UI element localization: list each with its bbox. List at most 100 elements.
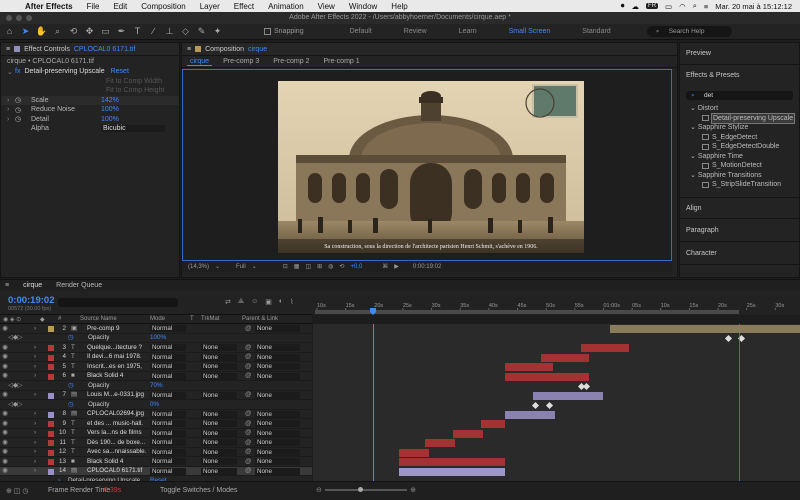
reset-exposure-icon[interactable]: ⟲ bbox=[339, 263, 344, 270]
menu-icon[interactable]: ≡ bbox=[6, 46, 10, 53]
visibility-eye-icon[interactable]: ◉ bbox=[0, 467, 10, 474]
parent-dropdown[interactable]: None bbox=[255, 448, 300, 456]
twirl-chevron-icon[interactable]: › bbox=[30, 467, 40, 474]
blend-mode-dropdown[interactable]: Normal bbox=[150, 467, 186, 475]
work-area-end-marker[interactable] bbox=[739, 324, 740, 481]
parent-dropdown[interactable]: None bbox=[255, 391, 300, 399]
layer-row[interactable]: ◉ › 10 T Vers la...ns de films Normal None @ Non… bbox=[0, 429, 312, 438]
effect-reset-link[interactable]: Reset bbox=[111, 68, 129, 75]
zoom-in-icon[interactable]: ⊕ bbox=[410, 486, 416, 494]
input-source-badge[interactable]: FR bbox=[646, 3, 659, 9]
pickwhip-icon[interactable]: @ bbox=[245, 420, 251, 427]
label-color-swatch[interactable] bbox=[48, 392, 54, 399]
menu-edit[interactable]: Edit bbox=[106, 2, 134, 11]
layer-duration-bar[interactable] bbox=[505, 372, 589, 381]
rectangle-tool-icon[interactable]: ▭ bbox=[99, 25, 112, 38]
visibility-eye-icon[interactable]: ◉ bbox=[0, 325, 10, 332]
preview-panel-header[interactable]: Preview bbox=[680, 43, 799, 65]
twirl-chevron-icon[interactable]: › bbox=[30, 458, 40, 465]
trkmat-dropdown[interactable]: None bbox=[201, 448, 237, 456]
menu-window[interactable]: Window bbox=[342, 2, 384, 11]
keyframe-marker[interactable] bbox=[545, 401, 554, 409]
twirl-chevron-icon[interactable]: › bbox=[30, 410, 40, 417]
resolution-dropdown[interactable]: Full bbox=[236, 264, 246, 270]
timeline-zoom-slider[interactable]: ⊖ ⊕ bbox=[316, 486, 416, 494]
menu-composition[interactable]: Composition bbox=[134, 2, 192, 11]
effects-presets-header[interactable]: Effects & Presets bbox=[680, 65, 799, 87]
pickwhip-icon[interactable]: @ bbox=[245, 372, 251, 379]
comp-subtab-precomp1[interactable]: Pre-comp 1 bbox=[320, 58, 362, 65]
trkmat-dropdown[interactable]: None bbox=[201, 372, 237, 380]
property-row[interactable]: ◁◆▷ ◷ Opacity 70% bbox=[0, 381, 312, 391]
viewer-time[interactable]: 0:00:19:02 bbox=[413, 264, 441, 270]
zoom-slider-thumb[interactable] bbox=[357, 487, 363, 492]
frame-blending-icon[interactable]: ▣ bbox=[265, 298, 272, 306]
clone-stamp-icon[interactable]: ⊥ bbox=[163, 25, 176, 38]
col-mode[interactable]: Mode bbox=[150, 316, 165, 322]
twirl-chevron-icon[interactable]: › bbox=[30, 344, 40, 351]
chevron-down-icon[interactable]: ⌄ bbox=[7, 68, 15, 76]
pickwhip-icon[interactable]: @ bbox=[245, 439, 251, 446]
composition-tab[interactable]: ≡ Composition cirque bbox=[182, 43, 677, 56]
graph-editor-icon[interactable]: ⌇ bbox=[290, 298, 293, 306]
parent-dropdown[interactable]: None bbox=[255, 420, 300, 427]
layer-duration-bar[interactable] bbox=[533, 391, 603, 400]
blend-mode-dropdown[interactable]: Normal bbox=[150, 372, 186, 380]
comp-frame[interactable]: Sa construction, sous la direction de l'… bbox=[278, 81, 584, 253]
twirl-chevron-icon[interactable]: › bbox=[30, 420, 40, 427]
recording-icon[interactable]: ⏺ bbox=[621, 1, 625, 11]
col-source-name[interactable]: Source Name bbox=[80, 316, 117, 322]
layer-duration-bar[interactable] bbox=[505, 410, 555, 419]
layer-name[interactable]: Vers la...ns de films bbox=[87, 429, 149, 436]
chevron-down-icon[interactable]: ⌄ bbox=[690, 153, 698, 160]
blend-mode-dropdown[interactable]: Normal bbox=[150, 458, 186, 465]
current-timecode[interactable]: 0:00:19:02 bbox=[8, 295, 54, 306]
align-panel-header[interactable]: Align bbox=[680, 197, 799, 219]
visibility-eye-icon[interactable]: ◉ bbox=[0, 439, 10, 446]
spotlight-icon[interactable]: ⌕ bbox=[693, 1, 697, 11]
blend-mode-dropdown[interactable]: Normal bbox=[150, 439, 186, 446]
layer-name[interactable]: Dès 190... de boxe... bbox=[87, 439, 149, 446]
keyframe-marker[interactable] bbox=[724, 334, 733, 343]
layer-row[interactable]: ◉ › 12 T Avec sa...nnaissable. Normal None @ Non… bbox=[0, 448, 312, 457]
menu-animation[interactable]: Animation bbox=[261, 2, 311, 11]
composition-viewer[interactable]: Sa construction, sous la direction de l'… bbox=[182, 69, 672, 261]
mask-visibility-icon[interactable]: ◫ bbox=[305, 263, 311, 270]
chevron-down-icon[interactable]: ⌄ bbox=[252, 263, 257, 270]
workspace-small-screen[interactable]: Small Screen bbox=[493, 28, 567, 35]
label-color-swatch[interactable] bbox=[48, 459, 54, 465]
stopwatch-icon[interactable]: ◷ bbox=[68, 401, 74, 408]
visibility-eye-icon[interactable]: ◉ bbox=[0, 420, 10, 427]
blend-mode-dropdown[interactable]: Normal bbox=[150, 420, 186, 427]
visibility-eye-icon[interactable]: ◉ bbox=[0, 344, 10, 351]
parent-dropdown[interactable]: None bbox=[255, 410, 300, 418]
type-tool-icon[interactable]: T bbox=[131, 25, 144, 38]
menu-layer[interactable]: Layer bbox=[193, 2, 227, 11]
comp-subtab-cirque[interactable]: cirque bbox=[187, 58, 213, 66]
parent-dropdown[interactable]: None bbox=[255, 458, 300, 465]
timeline-tab-cirque[interactable]: cirque bbox=[23, 282, 42, 289]
stopwatch-icon[interactable]: ◷ bbox=[68, 382, 74, 389]
trkmat-dropdown[interactable]: None bbox=[201, 439, 237, 446]
twirl-chevron-icon[interactable]: › bbox=[30, 439, 40, 446]
paragraph-panel-header[interactable]: Paragraph bbox=[680, 220, 799, 242]
layer-row[interactable]: ◉ › 14 ▤ CPLOCAL0 6171.tif Normal None @ None bbox=[0, 466, 312, 476]
blend-mode-dropdown[interactable]: Normal bbox=[150, 353, 186, 361]
fx-item-s-edgedetectdouble[interactable]: S_EdgeDetectDouble bbox=[680, 142, 799, 152]
timeline-tab-render-queue[interactable]: Render Queue bbox=[56, 282, 102, 289]
stopwatch-icon[interactable]: ◷ bbox=[15, 106, 23, 114]
show-snapshot-icon[interactable]: ▶ bbox=[394, 263, 399, 270]
blend-mode-dropdown[interactable]: Normal bbox=[150, 429, 186, 437]
pan-behind-icon[interactable]: ✥ bbox=[83, 25, 96, 38]
cloud-icon[interactable]: ☁ bbox=[632, 2, 640, 11]
layer-row[interactable]: ◉ › 8 ▤ CPLOCAL02694.jpg Normal None @ None bbox=[0, 410, 312, 419]
layer-row[interactable]: ◉ › 6 ■ Black Solid 4 Normal None @ None bbox=[0, 372, 312, 381]
fx-item-s-stripslidetransition[interactable]: S_StripSlideTransition bbox=[680, 180, 799, 190]
label-color-swatch[interactable] bbox=[48, 326, 54, 332]
pen-tool-icon[interactable]: ✒ bbox=[115, 25, 128, 38]
fit-height-button[interactable]: Fit to Comp Height bbox=[1, 86, 179, 96]
window-controls[interactable] bbox=[6, 15, 32, 21]
chevron-down-icon[interactable]: ⌄ bbox=[215, 263, 220, 270]
label-color-swatch[interactable] bbox=[48, 364, 54, 370]
control-center-icon[interactable]: ≡ bbox=[704, 2, 708, 11]
